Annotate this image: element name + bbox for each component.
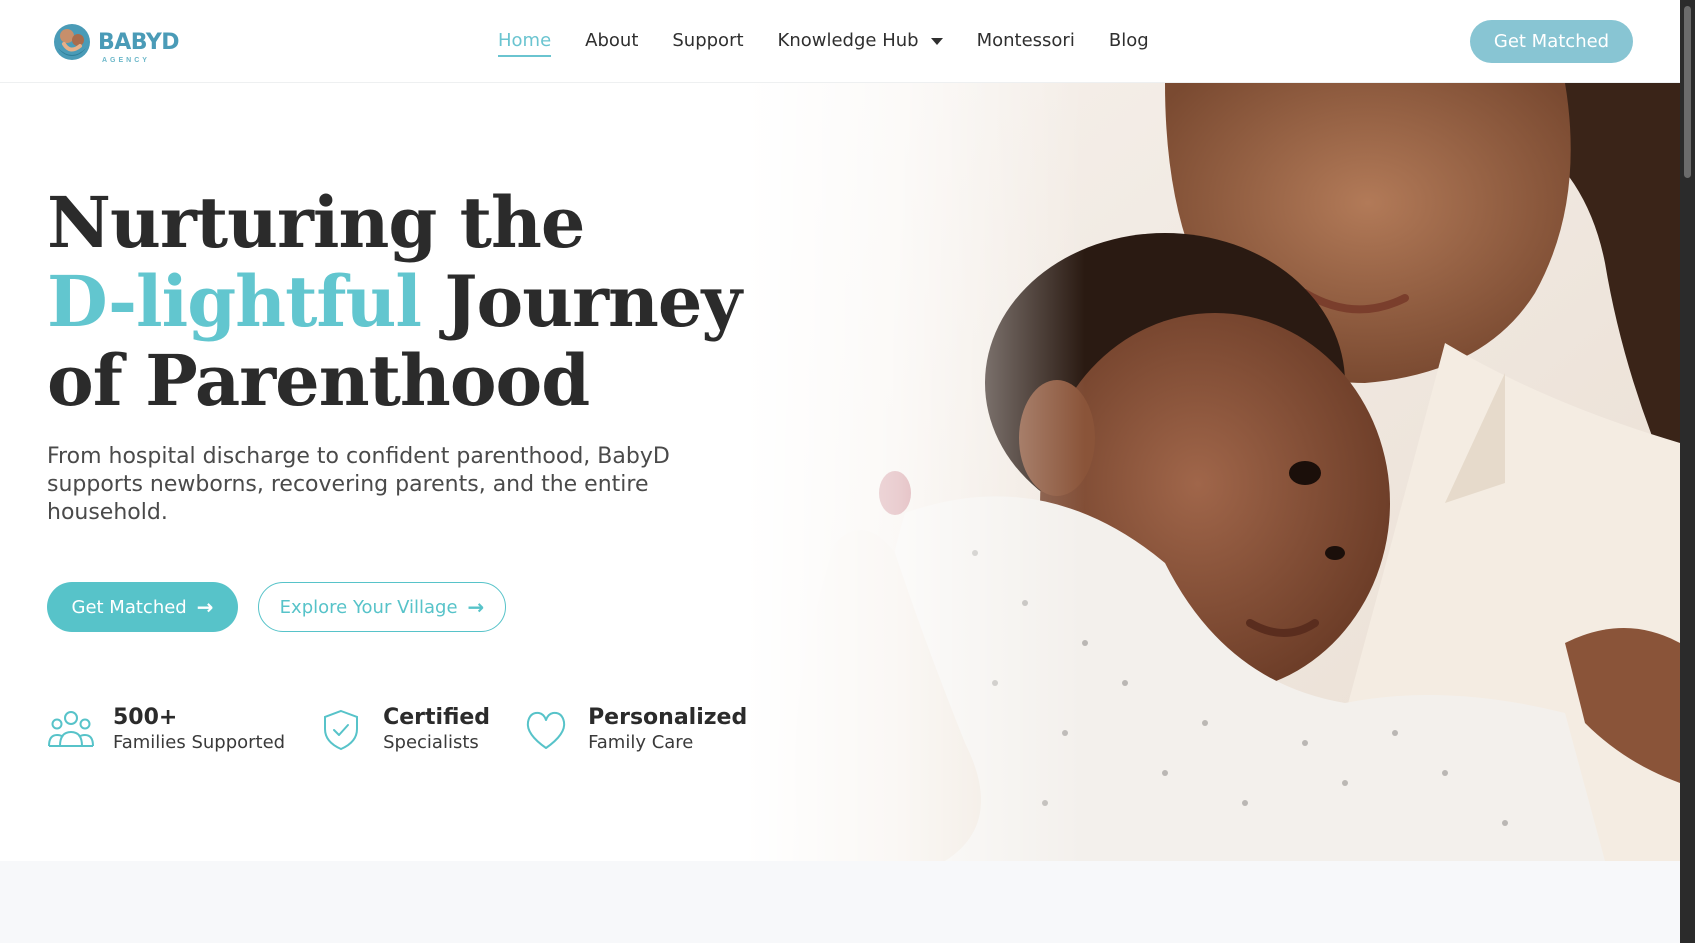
page-scrollbar[interactable] <box>1680 0 1695 943</box>
logo-text: BABYD AGENCY <box>98 29 180 64</box>
headline-line-2: Journey <box>421 260 742 343</box>
shield-check-icon <box>324 709 359 751</box>
hero-photo-fade <box>745 83 1085 861</box>
nav-montessori[interactable]: Montessori <box>977 28 1075 54</box>
logo-tagline: AGENCY <box>102 56 150 64</box>
arrow-right-icon: → <box>467 595 485 619</box>
nav-home[interactable]: Home <box>498 28 552 57</box>
nav-knowledge-hub-label: Knowledge Hub <box>777 30 919 51</box>
nav-blog[interactable]: Blog <box>1109 28 1149 54</box>
stat-certified: Certified Specialists <box>317 705 490 755</box>
headline-accent: D-lightful <box>47 260 422 343</box>
page: BABYD AGENCY Home About Support Knowledg… <box>0 0 1680 943</box>
stat-subtitle: Specialists <box>383 732 479 753</box>
headline-line-1: Nurturing the <box>47 181 585 264</box>
heart-icon <box>526 711 566 749</box>
stat-subtitle: Families Supported <box>113 732 286 753</box>
hero-section: Nurturing the D-lightful Journey of Pare… <box>0 83 1680 861</box>
stat-families: 500+ Families Supported <box>47 705 285 755</box>
brand-logo[interactable]: BABYD AGENCY <box>50 20 180 64</box>
nav-about[interactable]: About <box>585 28 638 54</box>
chevron-down-icon[interactable] <box>930 37 943 45</box>
logo-wordmark: BABYD <box>98 29 180 55</box>
hero-get-matched-label: Get Matched <box>71 596 187 618</box>
explore-village-button[interactable]: Explore Your Village → <box>258 582 506 632</box>
scrollbar-thumb[interactable] <box>1684 6 1691 178</box>
hero-stats: 500+ Families Supported Certified Specia… <box>47 705 779 755</box>
stat-title: Certified <box>383 705 491 730</box>
stat-families-text: 500+ Families Supported <box>113 705 285 755</box>
next-section <box>0 861 1680 943</box>
header-get-matched-button[interactable]: Get Matched <box>1470 20 1633 63</box>
stat-certified-text: Certified Specialists <box>383 705 490 755</box>
arrow-right-icon: → <box>196 595 214 619</box>
nav-knowledge-hub[interactable]: Knowledge Hub <box>778 28 943 54</box>
headline-line-3: of Parenthood <box>47 339 590 422</box>
nav-support[interactable]: Support <box>672 28 743 54</box>
stat-title: 500+ <box>113 705 178 730</box>
stat-subtitle: Family Care <box>588 732 694 753</box>
site-header: BABYD AGENCY Home About Support Knowledg… <box>0 0 1680 83</box>
hero-get-matched-button[interactable]: Get Matched → <box>47 582 238 632</box>
main-nav: Home About Support Knowledge Hub Montess… <box>498 28 1183 57</box>
stat-title: Personalized <box>588 705 748 730</box>
families-icon <box>48 711 94 747</box>
stat-personalized: Personalized Family Care <box>522 705 747 755</box>
logo-mark-icon <box>54 24 90 60</box>
hero-headline: Nurturing the D-lightful Journey of Pare… <box>47 183 747 420</box>
stat-personalized-text: Personalized Family Care <box>588 705 747 755</box>
explore-village-label: Explore Your Village <box>279 596 458 618</box>
hero-subtext: From hospital discharge to confident par… <box>47 444 670 525</box>
